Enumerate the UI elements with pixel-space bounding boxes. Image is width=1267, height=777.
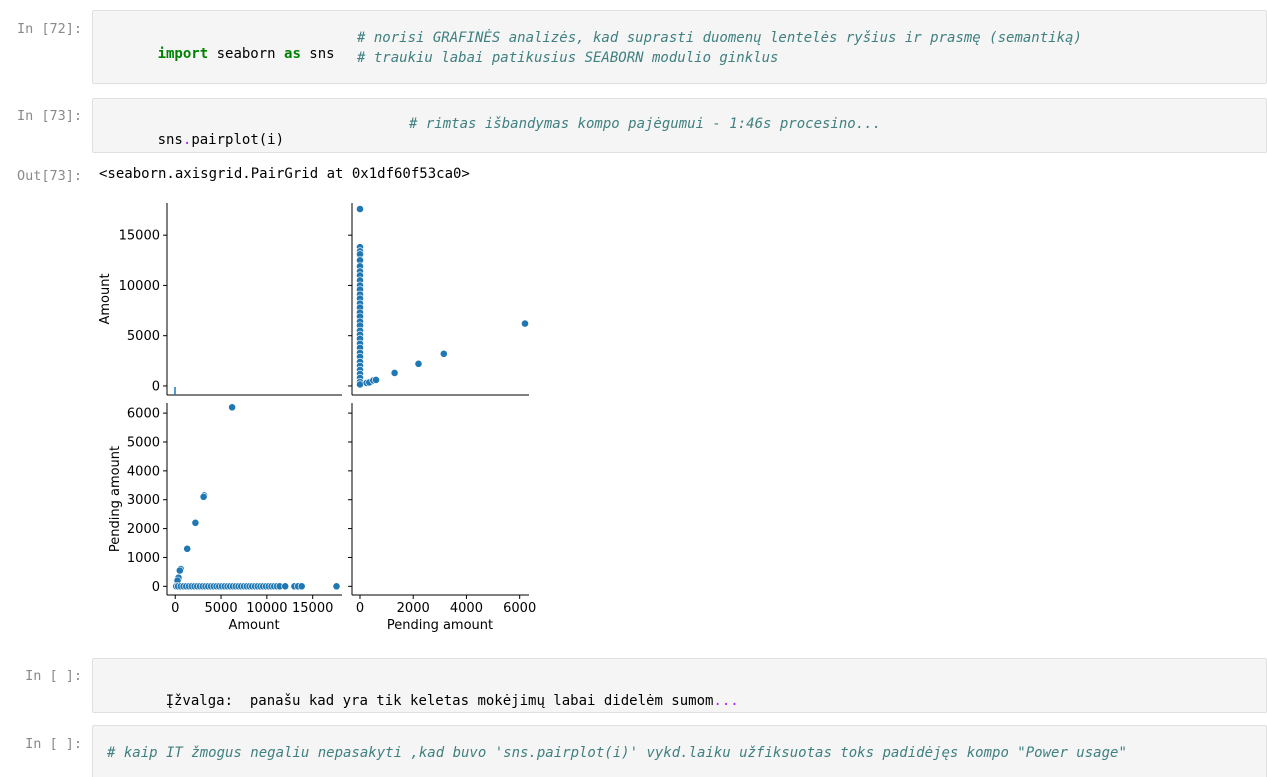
- y-tick-label: 1000: [127, 551, 160, 566]
- y-tick-label: 5000: [127, 329, 160, 344]
- panel-bottom-left: 0 1000 2000 3000 4000 5000 6000 0 5000 10000 1500…: [108, 403, 342, 633]
- scatter-point: [175, 566, 184, 575]
- scatter-point: [356, 380, 364, 389]
- scatter-point: [191, 518, 200, 527]
- x-axis-label-amount: Amount: [228, 618, 279, 633]
- code-text: sns: [157, 132, 183, 148]
- x-ticks-pending: 0 2000 4000 6000: [348, 412, 536, 616]
- code-input-area[interactable]: sns.pairplot(i) # rimtas išbandymas komp…: [92, 98, 1267, 153]
- code-line: sns.pairplot(i): [107, 116, 284, 164]
- code-cell-73[interactable]: In [73]: sns.pairplot(i) # rimtas išband…: [0, 98, 1267, 153]
- y-tick-label: 2000: [127, 522, 160, 537]
- y-tick-label: 5000: [127, 435, 160, 450]
- code-cell-comment[interactable]: In [ ]: # kaip IT žmogus negaliu nepasak…: [0, 725, 1267, 777]
- input-prompt: In [72]:: [16, 21, 82, 37]
- scatter-point: [228, 403, 236, 412]
- y-tick-label: 0: [152, 580, 160, 595]
- scatter-point: [281, 582, 290, 591]
- code-cell-insight[interactable]: In [ ]: Įžvalga: panašu kad yra tik kele…: [0, 658, 1267, 713]
- y-ticks-amount: 0 5000 10000 15000: [119, 229, 167, 394]
- input-prompt: In [73]:: [16, 108, 82, 124]
- x-tick-label: 2000: [397, 601, 430, 616]
- scatter-point: [439, 349, 448, 358]
- code-input-area[interactable]: import seaborn as sns # norisi GRAFINĖS …: [92, 10, 1267, 84]
- y-tick-label: 4000: [127, 464, 160, 479]
- keyword: as: [284, 46, 301, 62]
- code-comment: # rimtas išbandymas kompo pajėgumui - 1:…: [409, 116, 882, 132]
- x-axis-label-pending: Pending amount: [387, 618, 493, 633]
- keyword: import: [157, 46, 209, 62]
- scatter-point: [414, 359, 423, 368]
- x-tick-label: 0: [171, 601, 179, 616]
- y-tick-label: 3000: [127, 493, 160, 508]
- scatter-point: [332, 582, 341, 591]
- x-tick-label: 0: [356, 601, 364, 616]
- y-tick-label: 6000: [127, 407, 160, 422]
- scatter-point: [372, 375, 380, 384]
- x-tick-label: 5000: [205, 601, 238, 616]
- panel-top-right: [348, 203, 529, 396]
- input-prompt: In [ ]:: [25, 668, 82, 684]
- scatter-point: [356, 205, 364, 213]
- scatter-point: [297, 582, 306, 591]
- code-comment: # norisi GRAFINĖS analizės, kad suprasti…: [357, 30, 1082, 46]
- scatter-points-top-right: [348, 205, 529, 389]
- x-tick-label: 6000: [503, 601, 536, 616]
- insight-line: Įžvalga: panašu kad yra tik keletas mokė…: [115, 677, 739, 725]
- code-comment: # kaip IT žmogus negaliu nepasakyti ,kad…: [107, 745, 1127, 761]
- ellipsis: ...: [713, 693, 739, 709]
- x-tick-label: 4000: [450, 601, 483, 616]
- panel-top-left: 0 5000 10000 15000 Amount: [98, 203, 342, 396]
- input-prompt: In [ ]:: [25, 736, 82, 752]
- scatter-point: [390, 368, 399, 377]
- y-axis-label-amount: Amount: [98, 273, 113, 324]
- scatter-point: [521, 319, 529, 328]
- x-ticks-amount: 0 5000 10000 15000: [171, 595, 333, 616]
- output-repr: <seaborn.axisgrid.PairGrid at 0x1df60f53…: [99, 166, 470, 182]
- scatter-points-bottom-left: [172, 403, 341, 591]
- y-tick-label: 0: [152, 379, 160, 394]
- code-text: pairplot(i): [191, 132, 285, 148]
- y-tick-label: 15000: [119, 229, 160, 244]
- scatter-point: [199, 492, 208, 501]
- output-prompt: Out[73]:: [16, 168, 82, 184]
- insight-text: Įžvalga: panašu kad yra tik keletas mokė…: [165, 693, 714, 709]
- pairplot-figure: 0 5000 10000 15000 Amount 0 1000 2000 3000 4000…: [98, 203, 536, 633]
- code-cell-72[interactable]: In [72]: import seaborn as sns # norisi …: [0, 10, 1267, 84]
- x-tick-label: 15000: [292, 601, 333, 616]
- x-tick-label: 10000: [246, 601, 287, 616]
- panel-bottom-right: 0 2000 4000 6000 Pending amount: [348, 403, 536, 633]
- y-tick-label: 10000: [119, 279, 160, 294]
- code-text: sns: [300, 46, 335, 62]
- code-text: seaborn: [208, 46, 285, 62]
- code-input-area[interactable]: Įžvalga: panašu kad yra tik keletas mokė…: [92, 658, 1267, 713]
- y-ticks-pending: 0 1000 2000 3000 4000 5000 6000: [127, 407, 167, 595]
- y-axis-label-pending: Pending amount: [108, 446, 123, 552]
- scatter-point: [183, 544, 192, 553]
- code-comment: # traukiu labai patikusius SEABORN modul…: [357, 50, 779, 66]
- code-line-1: import seaborn as sns: [107, 30, 335, 78]
- code-input-area[interactable]: # kaip IT žmogus negaliu nepasakyti ,kad…: [92, 725, 1267, 777]
